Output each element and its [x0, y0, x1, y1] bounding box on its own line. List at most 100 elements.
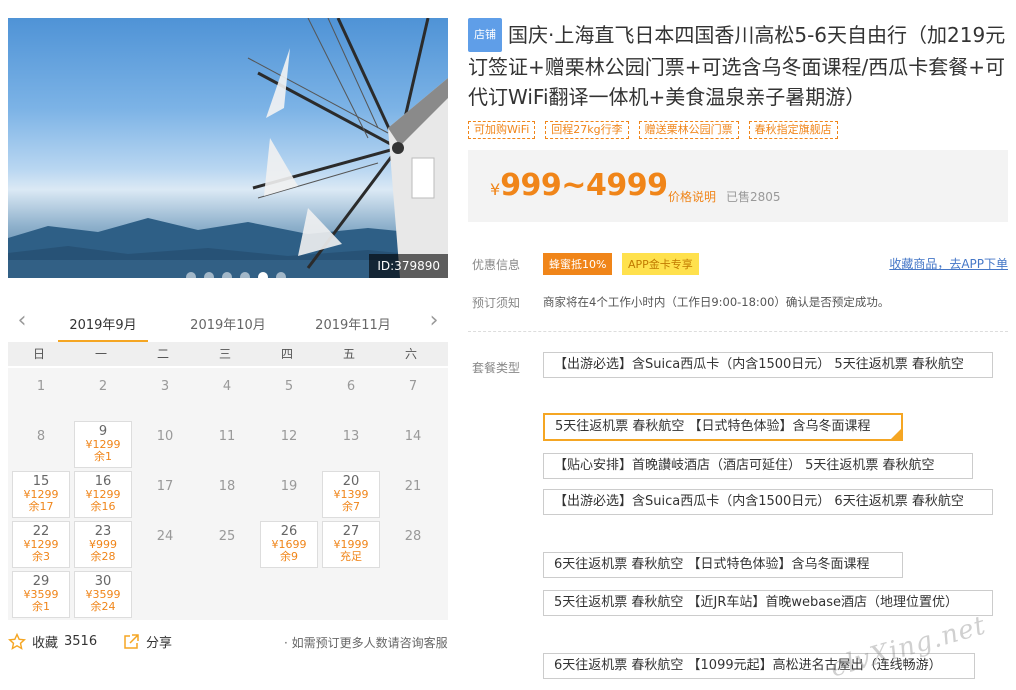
day-number: 19 — [280, 479, 298, 494]
calendar-grid: 1 2 3 4 5 6 7 8 9 ¥1299 余1 10 11 12 13 14 15 ¥1299 余17 16 ¥1… — [8, 368, 448, 620]
package-option-label: 【出游必选】含Suica西瓜卡（内含1500日元） 6天往返机票 春秋航空 — [554, 494, 964, 509]
day-remaining: 余9 — [280, 550, 298, 563]
carousel-dot[interactable] — [204, 272, 214, 278]
day-number: 27 — [342, 524, 360, 539]
package-option-label: 5天往返机票 春秋航空 【日式特色体验】含乌冬面课程 — [555, 419, 871, 434]
weekday-label: 三 — [218, 347, 231, 361]
price-range: 999~4999 — [500, 168, 668, 203]
calendar-day-available[interactable]: 15 ¥1299 余17 — [12, 471, 70, 518]
carousel-dot[interactable] — [222, 272, 232, 278]
product-title: 店铺 国庆·上海直飞日本四国香川高松5-6天自由行（加219元订签证+赠栗林公园门… — [468, 18, 1008, 112]
image-id-label: ID:379890 — [369, 254, 448, 278]
calendar-day: 1 — [12, 371, 70, 418]
calendar-day-available[interactable]: 26 ¥1699 余9 — [260, 521, 318, 568]
package-option-2[interactable]: 5天往返机票 春秋航空 【日式特色体验】含乌冬面课程 — [543, 413, 903, 441]
calendar-month-nav: ‹ 2019年9月 2019年10月 2019年11月 › — [8, 304, 448, 343]
day-number: 5 — [284, 379, 294, 394]
day-number: 30 — [94, 574, 112, 589]
feature-tags: 可加购WiFi 回程27kg行李 赠送栗林公园门票 春秋指定旗舰店 — [468, 121, 838, 139]
day-number: 1 — [36, 379, 46, 394]
offers-label: 优惠信息 — [472, 258, 521, 272]
day-remaining: 余3 — [32, 550, 50, 563]
package-option-5[interactable]: 6天往返机票 春秋航空 【日式特色体验】含乌冬面课程 — [543, 552, 903, 578]
day-number: 12 — [280, 429, 298, 444]
package-option-label: 5天往返机票 春秋航空 【近JR车站】首晚webase酒店（地理位置优） — [554, 595, 959, 610]
share-button[interactable]: 分享 — [122, 632, 172, 651]
calendar-day: 19 — [260, 471, 318, 518]
booking-notice-label: 预订须知 — [472, 296, 521, 310]
consult-note: · 如需预订更多人数请咨询客服 — [284, 636, 448, 650]
calendar-weekday-header: 日 一 二 三 四 五 六 — [8, 342, 448, 366]
day-number: 29 — [32, 574, 50, 589]
package-option-3[interactable]: 【贴心安排】首晚讃岐酒店（酒店可延住） 5天往返机票 春秋航空 — [543, 453, 973, 479]
day-remaining: 余28 — [90, 550, 116, 563]
calendar-day-available[interactable]: 30 ¥3599 余24 — [74, 571, 132, 618]
sold-count: 已售2805 — [726, 190, 781, 204]
day-number: 7 — [408, 379, 418, 394]
calendar-day-available[interactable]: 16 ¥1299 余16 — [74, 471, 132, 518]
day-number: 2 — [98, 379, 108, 394]
day-number: 18 — [218, 479, 236, 494]
favorite-button[interactable]: 收藏 3516 — [8, 632, 97, 651]
day-number: 28 — [404, 529, 422, 544]
package-option-label: 【出游必选】含Suica西瓜卡（内含1500日元） 5天往返机票 春秋航空 — [554, 357, 964, 372]
day-number: 22 — [32, 524, 50, 539]
carousel-dots — [186, 272, 286, 278]
product-photo: ID:379890 — [8, 18, 448, 278]
day-remaining: 充足 — [340, 550, 362, 563]
package-option-4[interactable]: 【出游必选】含Suica西瓜卡（内含1500日元） 6天往返机票 春秋航空 — [543, 489, 993, 515]
calendar-day: 11 — [198, 421, 256, 468]
package-option-6[interactable]: 5天往返机票 春秋航空 【近JR车站】首晚webase酒店（地理位置优） — [543, 590, 993, 616]
weekday-label: 五 — [342, 347, 355, 361]
day-number: 26 — [280, 524, 298, 539]
favorite-go-app-link[interactable]: 收藏商品，去APP下单 — [889, 255, 1008, 272]
tab-month-nov[interactable]: 2019年11月 — [308, 314, 398, 333]
calendar-day: 21 — [384, 471, 442, 518]
calendar-day: 24 — [136, 521, 194, 568]
carousel-dot[interactable] — [186, 272, 196, 278]
chevron-left-icon[interactable]: ‹ — [12, 310, 32, 334]
calendar-day-available[interactable]: 23 ¥999 余28 — [74, 521, 132, 568]
selected-check-icon — [890, 428, 902, 440]
carousel-dot[interactable] — [276, 272, 286, 278]
tab-month-sep[interactable]: 2019年9月 — [58, 314, 148, 333]
calendar-day: 25 — [198, 521, 256, 568]
weekday-label: 四 — [280, 347, 293, 361]
day-number: 21 — [404, 479, 422, 494]
honey-discount-badge: 蜂蜜抵10% — [543, 253, 613, 275]
carousel-dot[interactable] — [240, 272, 250, 278]
day-number: 8 — [36, 429, 46, 444]
calendar-day: 12 — [260, 421, 318, 468]
feature-tag: 春秋指定旗舰店 — [748, 121, 838, 139]
feature-tag: 回程27kg行李 — [545, 121, 629, 139]
shop-tag[interactable]: 店铺 — [468, 18, 502, 52]
calendar-day: 7 — [384, 371, 442, 418]
share-label: 分享 — [146, 636, 173, 651]
chevron-right-icon[interactable]: › — [424, 310, 444, 334]
day-number: 23 — [94, 524, 112, 539]
price-currency: ¥ — [490, 180, 501, 199]
calendar-day: 3 — [136, 371, 194, 418]
favorite-label: 收藏 — [32, 636, 59, 651]
day-remaining: 余17 — [28, 500, 54, 513]
day-number: 17 — [156, 479, 174, 494]
carousel-dot-active[interactable] — [258, 272, 268, 278]
calendar-day: 8 — [12, 421, 70, 468]
day-number: 14 — [404, 429, 422, 444]
calendar-day-available[interactable]: 20 ¥1399 余7 — [322, 471, 380, 518]
calendar-day-available[interactable]: 9 ¥1299 余1 — [74, 421, 132, 468]
tab-month-oct[interactable]: 2019年10月 — [183, 314, 273, 333]
calendar-day-available[interactable]: 22 ¥1299 余3 — [12, 521, 70, 568]
day-number: 3 — [160, 379, 170, 394]
calendar-day-available[interactable]: 29 ¥3599 余1 — [12, 571, 70, 618]
day-number: 20 — [342, 474, 360, 489]
package-option-1[interactable]: 【出游必选】含Suica西瓜卡（内含1500日元） 5天往返机票 春秋航空 — [543, 352, 993, 378]
calendar-day-available[interactable]: 27 ¥1999 充足 — [322, 521, 380, 568]
star-icon — [8, 632, 26, 650]
price: ¥999~4999 — [490, 168, 668, 203]
calendar-day: 6 — [322, 371, 380, 418]
day-remaining: 余1 — [94, 450, 112, 463]
section-divider — [468, 331, 1008, 332]
price-explanation-link[interactable]: 价格说明 — [668, 188, 716, 205]
weekday-label: 一 — [94, 347, 107, 361]
